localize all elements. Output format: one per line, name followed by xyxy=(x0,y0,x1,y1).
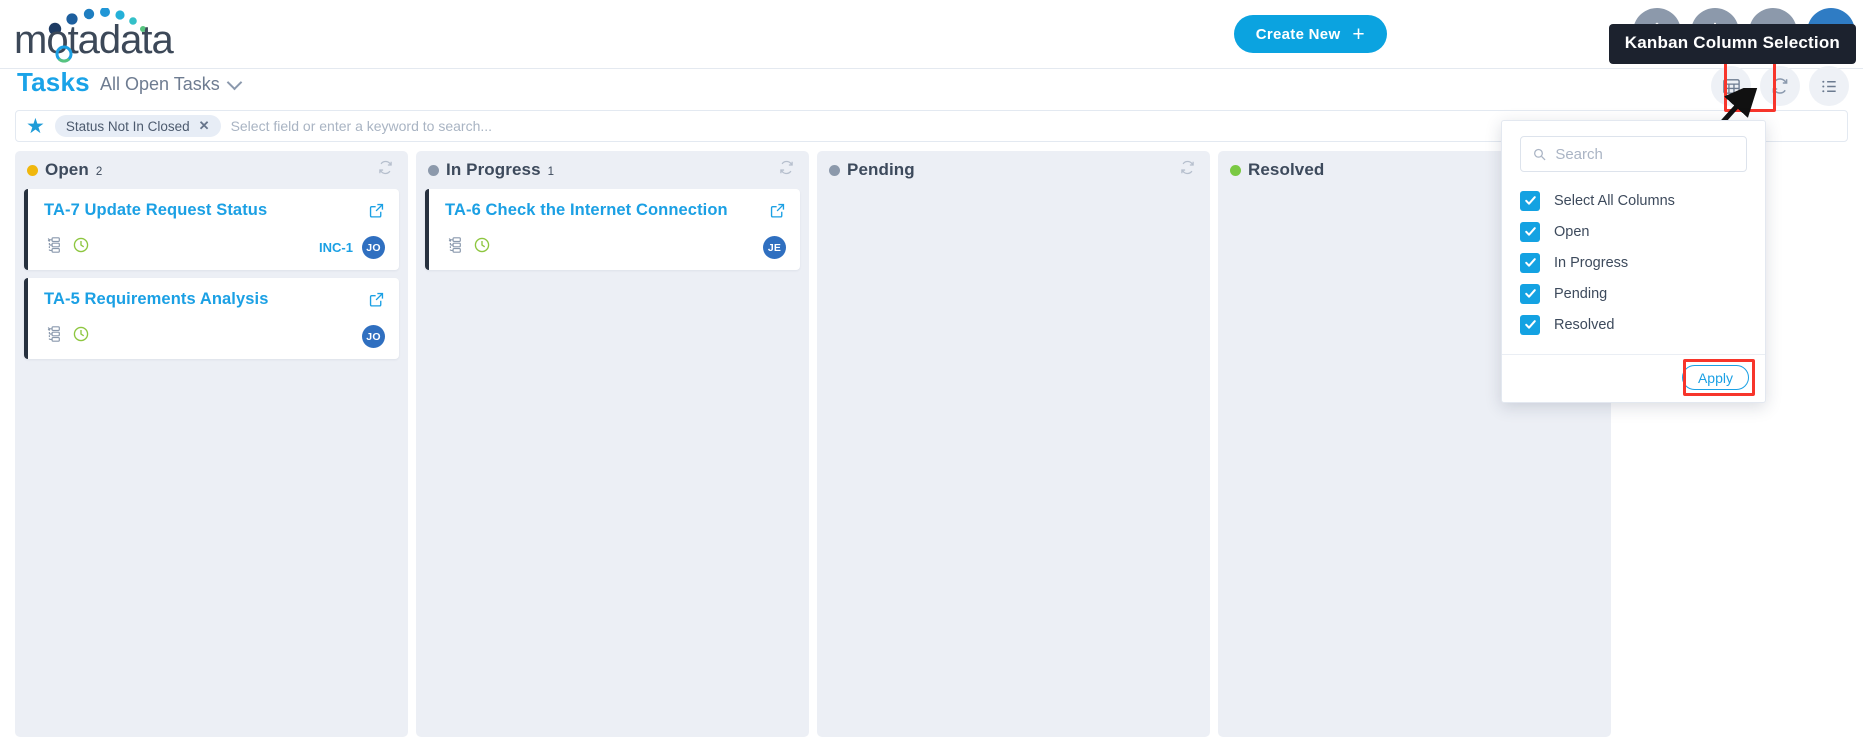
page-header-bar: Tasks All Open Tasks xyxy=(0,69,1863,105)
column-title: In Progress xyxy=(446,160,541,180)
workflow-icon xyxy=(445,236,463,259)
task-card[interactable]: TA-5 Requirements Analysis JO xyxy=(24,278,399,359)
favorite-star-icon[interactable]: ★ xyxy=(26,116,45,137)
checkbox-checked-icon[interactable] xyxy=(1520,191,1540,211)
dropdown-search-input[interactable] xyxy=(1555,146,1734,163)
kanban-grid-view-icon[interactable] xyxy=(1711,66,1751,106)
status-dot-icon xyxy=(428,165,439,176)
column-count: 2 xyxy=(96,166,102,178)
column-option-label: In Progress xyxy=(1554,255,1628,271)
column-option-label: Select All Columns xyxy=(1554,193,1675,209)
kanban-column-selection-dropdown: Select All Columns Open In Progress Pend… xyxy=(1501,120,1766,403)
plus-icon: + xyxy=(1352,24,1365,45)
column-option-label: Resolved xyxy=(1554,317,1614,333)
column-option-pending[interactable]: Pending xyxy=(1520,278,1765,309)
column-option-open[interactable]: Open xyxy=(1520,216,1765,247)
column-option-label: Pending xyxy=(1554,286,1607,302)
kanban-column-open: Open 2 TA-7 Update Request Status INC-1 … xyxy=(15,151,408,737)
task-title[interactable]: TA-6 Check the Internet Connection xyxy=(445,201,728,220)
kanban-column-pending: Pending xyxy=(817,151,1210,737)
checkbox-checked-icon[interactable] xyxy=(1520,315,1540,335)
assignee-avatar[interactable]: JO xyxy=(362,236,385,259)
column-header: Pending xyxy=(817,151,1210,189)
refresh-icon[interactable] xyxy=(778,159,795,181)
clock-icon xyxy=(72,325,90,348)
clock-icon xyxy=(72,236,90,259)
column-title: Pending xyxy=(847,160,915,180)
workflow-icon xyxy=(44,236,62,259)
checkbox-checked-icon[interactable] xyxy=(1520,253,1540,273)
app-root: motadata Create New + Kanban Col xyxy=(0,0,1863,752)
kanban-column-in-progress: In Progress 1 TA-6 Check the Internet Co… xyxy=(416,151,809,737)
dropdown-footer: Apply xyxy=(1502,354,1765,402)
motadata-logo[interactable]: motadata xyxy=(8,4,178,62)
column-count: 1 xyxy=(548,166,554,178)
column-title: Resolved xyxy=(1248,160,1324,180)
column-option-in-progress[interactable]: In Progress xyxy=(1520,247,1765,278)
checkbox-checked-icon[interactable] xyxy=(1520,222,1540,242)
task-card[interactable]: TA-6 Check the Internet Connection JE xyxy=(425,189,800,270)
status-dot-icon xyxy=(1230,165,1241,176)
column-card-list: TA-7 Update Request Status INC-1 JO TA-5… xyxy=(15,189,408,737)
column-option-resolved[interactable]: Resolved xyxy=(1520,309,1765,340)
dropdown-option-list: Select All Columns Open In Progress Pend… xyxy=(1502,182,1765,354)
filter-chip-label: Status Not In Closed xyxy=(66,119,190,134)
page-title: Tasks xyxy=(17,67,90,98)
status-dot-icon xyxy=(829,165,840,176)
refresh-icon[interactable] xyxy=(1179,159,1196,181)
kanban-column-selection-tooltip: Kanban Column Selection xyxy=(1609,24,1856,64)
column-option-select-all-columns[interactable]: Select All Columns xyxy=(1520,185,1765,216)
create-new-label: Create New xyxy=(1256,26,1341,43)
list-view-icon[interactable] xyxy=(1809,66,1849,106)
search-icon xyxy=(1533,147,1546,162)
task-card[interactable]: TA-7 Update Request Status INC-1 JO xyxy=(24,189,399,270)
column-header: In Progress 1 xyxy=(416,151,809,189)
create-new-button[interactable]: Create New + xyxy=(1234,15,1387,53)
column-header: Open 2 xyxy=(15,151,408,189)
apply-button[interactable]: Apply xyxy=(1682,365,1749,390)
filter-chip[interactable]: Status Not In Closed ✕ xyxy=(55,115,221,137)
task-reference[interactable]: INC-1 xyxy=(319,240,353,255)
column-card-list: TA-6 Check the Internet Connection JE xyxy=(416,189,809,737)
task-title[interactable]: TA-5 Requirements Analysis xyxy=(44,290,269,309)
assignee-avatar[interactable]: JE xyxy=(763,236,786,259)
column-option-label: Open xyxy=(1554,224,1589,240)
assignee-avatar[interactable]: JO xyxy=(362,325,385,348)
task-view-selector[interactable]: All Open Tasks xyxy=(100,74,240,95)
dropdown-search-row xyxy=(1502,121,1765,182)
refresh-icon[interactable] xyxy=(377,159,394,181)
search-input-placeholder[interactable]: Select field or enter a keyword to searc… xyxy=(231,118,492,134)
workflow-icon xyxy=(44,325,62,348)
task-title[interactable]: TA-7 Update Request Status xyxy=(44,201,267,220)
clock-icon xyxy=(473,236,491,259)
refresh-icon[interactable] xyxy=(1760,66,1800,106)
top-header: motadata Create New + Kanban Col xyxy=(0,0,1863,69)
close-icon[interactable]: ✕ xyxy=(199,118,210,134)
column-card-list xyxy=(817,189,1210,737)
external-link-icon[interactable] xyxy=(368,202,385,224)
chevron-down-icon xyxy=(226,74,242,90)
logo-o-ring-icon xyxy=(54,44,74,64)
view-toggle-group xyxy=(1711,66,1849,106)
task-view-selector-label: All Open Tasks xyxy=(100,74,220,95)
dropdown-search-box[interactable] xyxy=(1520,136,1747,172)
column-title: Open xyxy=(45,160,89,180)
status-dot-icon xyxy=(27,165,38,176)
external-link-icon[interactable] xyxy=(769,202,786,224)
checkbox-checked-icon[interactable] xyxy=(1520,284,1540,304)
logo-wordmark: motadata xyxy=(14,18,173,63)
external-link-icon[interactable] xyxy=(368,291,385,313)
